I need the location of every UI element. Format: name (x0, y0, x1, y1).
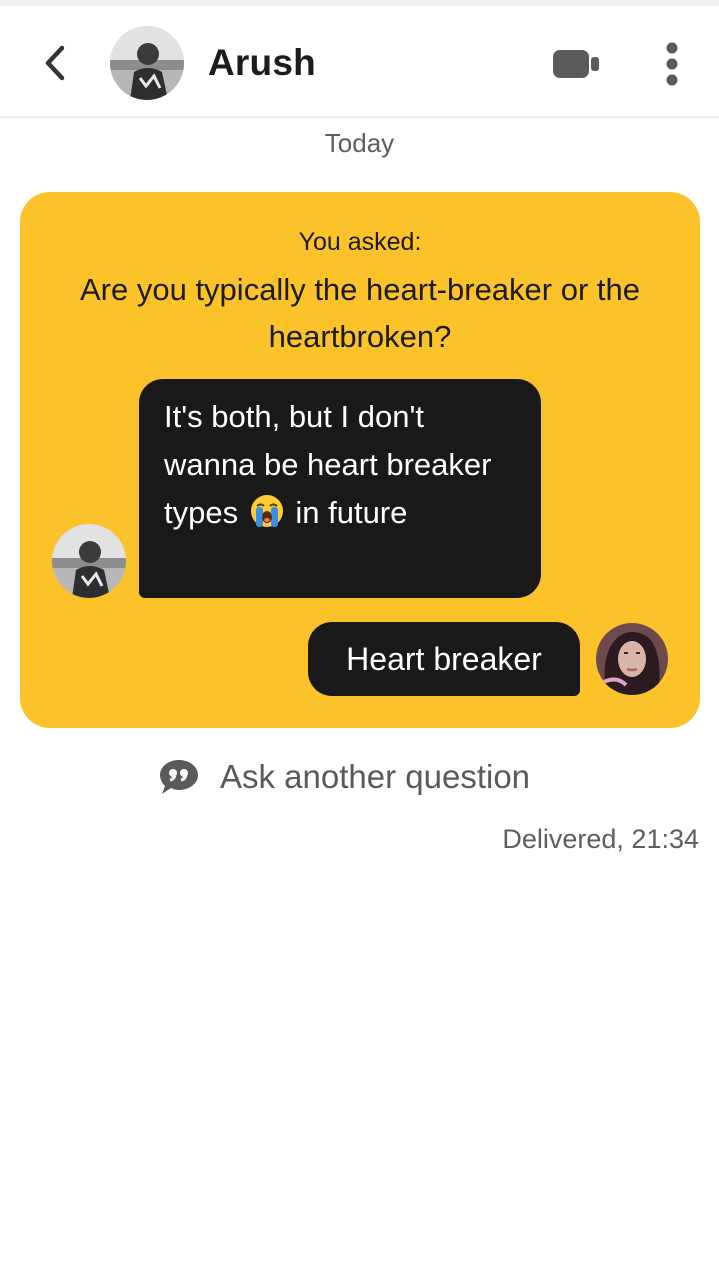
chevron-left-icon (45, 45, 65, 81)
contact-name[interactable]: Arush (208, 42, 316, 84)
back-button[interactable] (30, 38, 80, 88)
delivery-status: Delivered, 21:34 (502, 824, 699, 854)
more-options-button[interactable] (650, 36, 694, 92)
speech-bubble-quote-icon (160, 760, 198, 794)
incoming-answer-bubble[interactable]: It's both, but I don't wanna be heart br… (139, 379, 541, 598)
date-separator: Today (324, 128, 395, 158)
ask-another-question-button[interactable]: Ask another question (158, 752, 530, 802)
asked-label: You asked: (298, 228, 422, 256)
incoming-answer-text-end: in future (295, 495, 408, 530)
chat-header: Arush (0, 6, 719, 118)
question-game-card: You asked: Are you typically the heart-b… (20, 192, 700, 728)
contact-avatar[interactable] (110, 26, 184, 100)
question-text: Are you typically the heart-breaker or t… (80, 272, 640, 354)
ask-another-label: Ask another question (220, 758, 531, 795)
video-call-button[interactable] (546, 42, 606, 86)
user-avatar[interactable] (596, 623, 668, 695)
loudly-crying-face-icon (250, 495, 283, 527)
more-vertical-icon (666, 42, 678, 86)
contact-message-avatar[interactable] (52, 524, 126, 598)
outgoing-answer-bubble[interactable]: Heart breaker (308, 622, 580, 696)
video-camera-icon (553, 50, 599, 78)
